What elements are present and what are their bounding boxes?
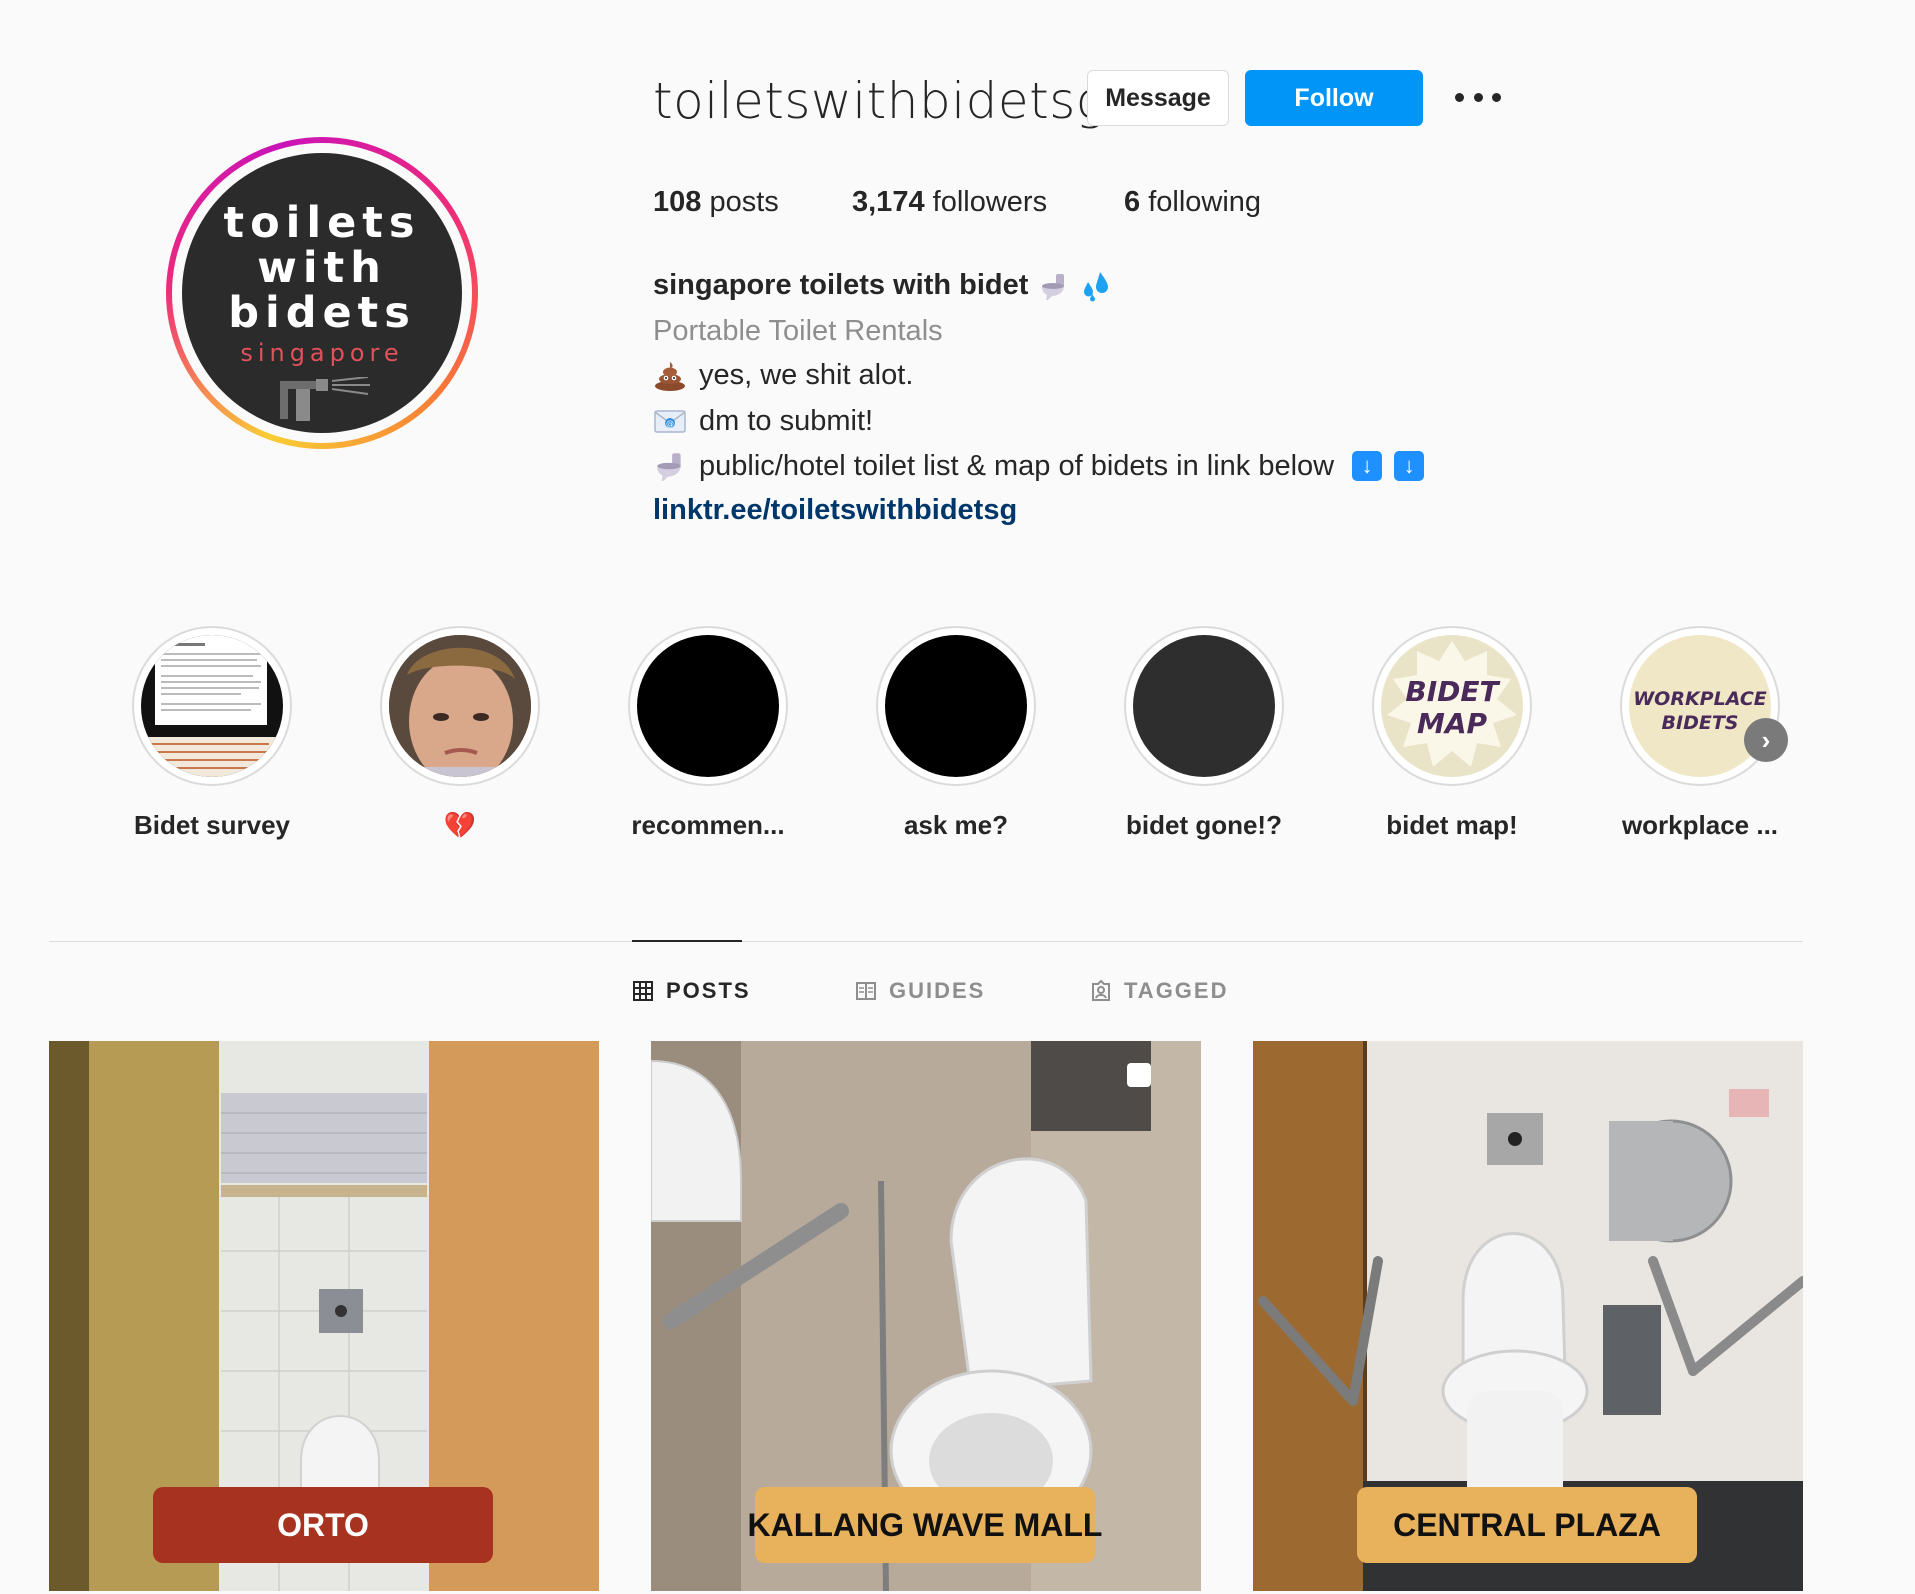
- followers-count: 3,174: [852, 186, 925, 218]
- bio-line-2-text: dm to submit!: [699, 404, 874, 437]
- following-label: following: [1148, 186, 1262, 218]
- badge-line-2: BIDETS: [1662, 712, 1739, 734]
- highlight-workplace[interactable]: WORKPLACE BIDETS workplace ...: [1620, 626, 1780, 840]
- tagged-icon: [1092, 980, 1110, 1001]
- profile-avatar-ring[interactable]: toilets with bidets singapore: [166, 137, 478, 449]
- tab-tagged[interactable]: TAGGED: [1090, 978, 1228, 1004]
- highlight-recommend[interactable]: recommen...: [628, 626, 788, 840]
- highlight-label: bidet gone!?: [1126, 810, 1282, 840]
- face-photo-thumbnail: [389, 635, 531, 777]
- highlight-cover: [637, 635, 779, 777]
- bio-line-3: public/hotel toilet list & map of bidets…: [653, 449, 1425, 483]
- highlight-label: workplace ...: [1621, 810, 1779, 840]
- post-location-label: CENTRAL PLAZA: [1357, 1487, 1697, 1563]
- guides-icon: [856, 982, 876, 1000]
- highlight-ring: WORKPLACE BIDETS: [1620, 626, 1780, 786]
- grid-icon: [633, 981, 653, 1001]
- highlight-cover: [1133, 635, 1275, 777]
- highlight-label: ask me?: [903, 810, 1009, 840]
- chevron-right-icon[interactable]: ›: [1744, 718, 1788, 762]
- bio-line-3-text: public/hotel toilet list & map of bidets…: [699, 449, 1335, 482]
- bio-link[interactable]: linktr.ee/toiletswithbidetsg: [653, 494, 1017, 527]
- stat-following[interactable]: 6 following: [1124, 186, 1261, 219]
- more-options-icon[interactable]: [1455, 80, 1501, 114]
- avatar-logo-line: toilets: [223, 198, 421, 248]
- stat-posts: 108 posts: [653, 186, 779, 219]
- highlight-bidet-map[interactable]: BIDET MAP bidet map!: [1372, 626, 1532, 840]
- message-button[interactable]: Message: [1087, 70, 1229, 126]
- highlight-label: Bidet survey: [133, 810, 291, 840]
- highlight-ask-me[interactable]: ask me?: [876, 626, 1036, 840]
- badge-line-2: MAP: [1417, 707, 1488, 740]
- toilet-icon: [657, 453, 681, 481]
- highlight-cover: BIDET MAP: [1381, 635, 1523, 777]
- highlight-ring: [876, 626, 1036, 786]
- highlight-bidet-survey[interactable]: Bidet survey: [132, 626, 292, 840]
- bio-name-text: singapore toilets with bidet: [653, 269, 1029, 301]
- svg-text:@: @: [666, 419, 674, 428]
- profile-avatar: toilets with bidets singapore: [182, 153, 462, 433]
- highlight-label: 💔: [443, 810, 477, 840]
- more-dot: [1455, 92, 1464, 102]
- bio-line-1: yes, we shit alot.: [653, 358, 913, 392]
- email-envelope-icon: @: [654, 410, 686, 433]
- tabs-divider: [49, 941, 1803, 942]
- avatar-logo-line: bidets: [228, 288, 416, 338]
- highlight-cover: [141, 635, 283, 777]
- badge-line-1: WORKPLACE: [1633, 688, 1767, 710]
- avatar-logo-text: toilets with bidets: [182, 201, 462, 336]
- post-thumbnail[interactable]: CENTRAL PLAZA: [1253, 1041, 1803, 1591]
- tab-label: POSTS: [666, 978, 751, 1003]
- highlight-ring: BIDET MAP: [1372, 626, 1532, 786]
- post-location-label: KALLANG WAVE MALL: [748, 1487, 1102, 1563]
- bio-name: singapore toilets with bidet: [653, 269, 1112, 302]
- stat-followers[interactable]: 3,174 followers: [852, 186, 1047, 219]
- bio-line-2: @ dm to submit!: [653, 404, 873, 438]
- tab-label: GUIDES: [889, 978, 986, 1003]
- bio-line-1-text: yes, we shit alot.: [699, 358, 914, 391]
- tab-label: TAGGED: [1124, 978, 1229, 1003]
- down-arrow-icon: ↓: [1394, 451, 1425, 481]
- posts-label: posts: [709, 186, 779, 218]
- post-location-label: ORTO: [153, 1487, 493, 1563]
- highlight-cover: [389, 635, 531, 777]
- highlight-label: recommen...: [631, 810, 785, 840]
- poop-icon: [655, 362, 685, 391]
- follow-button[interactable]: Follow: [1245, 70, 1423, 126]
- badge-line-1: BIDET: [1405, 675, 1500, 708]
- posts-count: 108: [653, 186, 702, 218]
- following-count: 6: [1124, 186, 1141, 218]
- more-dot: [1492, 92, 1501, 102]
- highlight-bidet-gone[interactable]: bidet gone!?: [1124, 626, 1284, 840]
- toilet-icon: [1042, 273, 1065, 300]
- highlight-ring: [380, 626, 540, 786]
- more-dot: [1473, 92, 1483, 102]
- highlight-ring: [628, 626, 788, 786]
- highlight-ring: [1124, 626, 1284, 786]
- avatar-logo-line: with: [257, 243, 387, 293]
- highlight-ring: [132, 626, 292, 786]
- survey-document-thumbnail: [141, 635, 283, 777]
- avatar-logo-subtitle: singapore: [240, 339, 404, 367]
- highlight-broken-heart[interactable]: 💔: [380, 626, 540, 840]
- active-tab-indicator: [632, 940, 742, 942]
- tab-posts[interactable]: POSTS: [632, 978, 751, 1004]
- highlight-cover: [885, 635, 1027, 777]
- bidet-map-badge-icon: BIDET MAP: [1387, 641, 1517, 767]
- tab-guides[interactable]: GUIDES: [855, 978, 985, 1004]
- bidet-spray-icon: [280, 377, 370, 421]
- post-thumbnail[interactable]: KALLANG WAVE MALL: [651, 1041, 1201, 1591]
- water-drops-icon: [1084, 271, 1109, 301]
- down-arrow-icon: ↓: [1352, 451, 1383, 481]
- highlight-label: bidet map!: [1386, 810, 1518, 840]
- followers-label: followers: [932, 186, 1048, 218]
- profile-username: toiletswithbidetsg: [653, 72, 1107, 130]
- bio-category: Portable Toilet Rentals: [653, 315, 943, 347]
- post-thumbnail[interactable]: ORTO: [49, 1041, 599, 1591]
